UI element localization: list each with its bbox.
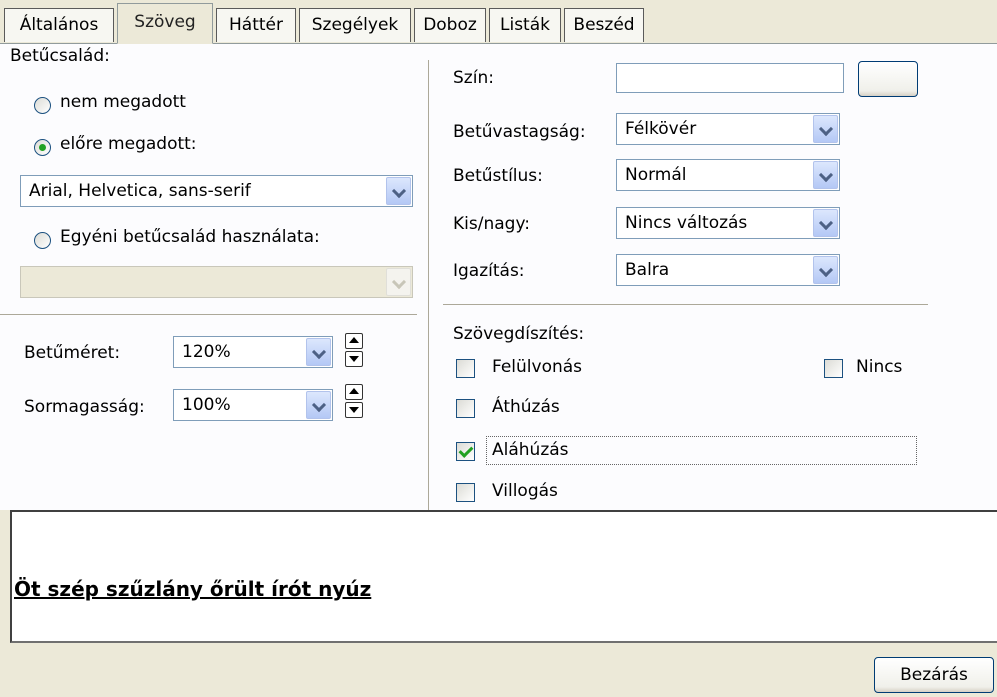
checkbox-overline[interactable] (456, 359, 475, 378)
checkbox-strikethrough[interactable] (456, 399, 475, 418)
preview-sample-text: Öt szép szűzlány őrült írót nyúz (14, 577, 372, 601)
tab-background[interactable]: Háttér (216, 8, 296, 42)
radio-selected-dot (39, 144, 46, 151)
radio-unspecified[interactable] (34, 97, 51, 114)
font-size-select[interactable]: 120% (173, 336, 333, 368)
tab-speech[interactable]: Beszéd (564, 8, 644, 42)
text-case-label: Kis/nagy: (453, 214, 530, 234)
chevron-down-icon[interactable] (386, 177, 411, 205)
text-case-value: Nincs változás (625, 213, 748, 233)
checkbox-blink[interactable] (456, 483, 475, 502)
checkbox-strikethrough-label: Áthúzás (492, 397, 560, 417)
alignment-select[interactable]: Balra (616, 254, 840, 286)
color-picker-button[interactable] (858, 61, 918, 97)
checkbox-overline-label: Felülvonás (492, 357, 583, 377)
increment-arrow-icon[interactable] (345, 333, 363, 349)
color-label: Szín: (453, 68, 494, 88)
checkbox-underline[interactable] (456, 442, 475, 461)
chevron-down-icon (386, 268, 411, 296)
text-properties-panel: Betűcsalád: nem megadott előre megadott:… (0, 44, 997, 510)
radio-predefined-label: előre megadott: (60, 134, 197, 154)
font-style-select[interactable]: Normál (616, 159, 840, 191)
tab-general[interactable]: Általános (4, 8, 114, 42)
decrement-arrow-icon[interactable] (345, 402, 363, 418)
color-input[interactable] (616, 63, 844, 93)
tab-bar: Általános Szöveg Háttér Szegélyek Doboz … (0, 0, 997, 44)
chevron-down-icon[interactable] (813, 209, 838, 237)
font-style-label: Betűstílus: (453, 166, 543, 186)
text-preview-box: Öt szép szűzlány őrült írót nyúz (10, 510, 997, 643)
checkbox-none-label: Nincs (856, 357, 903, 377)
checkbox-underline-label: Aláhúzás (492, 440, 569, 460)
radio-custom-label: Egyéni betűcsalád használata: (60, 227, 320, 247)
font-weight-select[interactable]: Félkövér (616, 113, 840, 145)
predefined-font-select[interactable]: Arial, Helvetica, sans-serif (20, 175, 413, 207)
checkmark-icon (458, 443, 474, 458)
font-style-value: Normál (625, 165, 687, 185)
tab-lists[interactable]: Listák (489, 8, 561, 42)
text-case-select[interactable]: Nincs változás (616, 207, 840, 239)
increment-arrow-icon[interactable] (345, 384, 363, 400)
left-section-divider (0, 314, 417, 315)
chevron-down-icon[interactable] (813, 115, 838, 143)
predefined-font-value: Arial, Helvetica, sans-serif (29, 181, 251, 201)
line-height-select[interactable]: 100% (173, 389, 333, 421)
font-weight-value: Félkövér (625, 119, 697, 139)
line-height-value: 100% (182, 395, 231, 415)
chevron-down-icon[interactable] (306, 391, 331, 419)
radio-custom[interactable] (34, 232, 51, 249)
chevron-down-icon[interactable] (813, 256, 838, 284)
font-weight-label: Betűvastagság: (453, 122, 586, 142)
font-family-label: Betűcsalád: (10, 46, 110, 66)
font-size-label: Betűméret: (24, 343, 121, 363)
close-button[interactable]: Bezárás (874, 657, 994, 693)
font-size-value: 120% (182, 342, 231, 362)
tab-box[interactable]: Doboz (414, 8, 486, 42)
chevron-down-icon[interactable] (306, 338, 331, 366)
line-height-label: Sormagasság: (24, 397, 145, 417)
right-section-divider (443, 304, 928, 305)
alignment-value: Balra (625, 260, 670, 280)
custom-font-select (20, 266, 413, 298)
text-decoration-label: Szövegdíszítés: (453, 324, 585, 344)
chevron-down-icon[interactable] (813, 161, 838, 189)
radio-unspecified-label: nem megadott (60, 92, 186, 112)
checkbox-blink-label: Villogás (492, 481, 558, 501)
line-height-spinner[interactable] (345, 384, 363, 418)
tab-text[interactable]: Szöveg (117, 3, 213, 44)
checkbox-none[interactable] (824, 359, 843, 378)
radio-predefined[interactable] (34, 139, 51, 156)
tab-borders[interactable]: Szegélyek (299, 8, 411, 42)
decrement-arrow-icon[interactable] (345, 351, 363, 367)
alignment-label: Igazítás: (453, 261, 525, 281)
column-divider (428, 60, 429, 510)
font-size-spinner[interactable] (345, 333, 363, 367)
